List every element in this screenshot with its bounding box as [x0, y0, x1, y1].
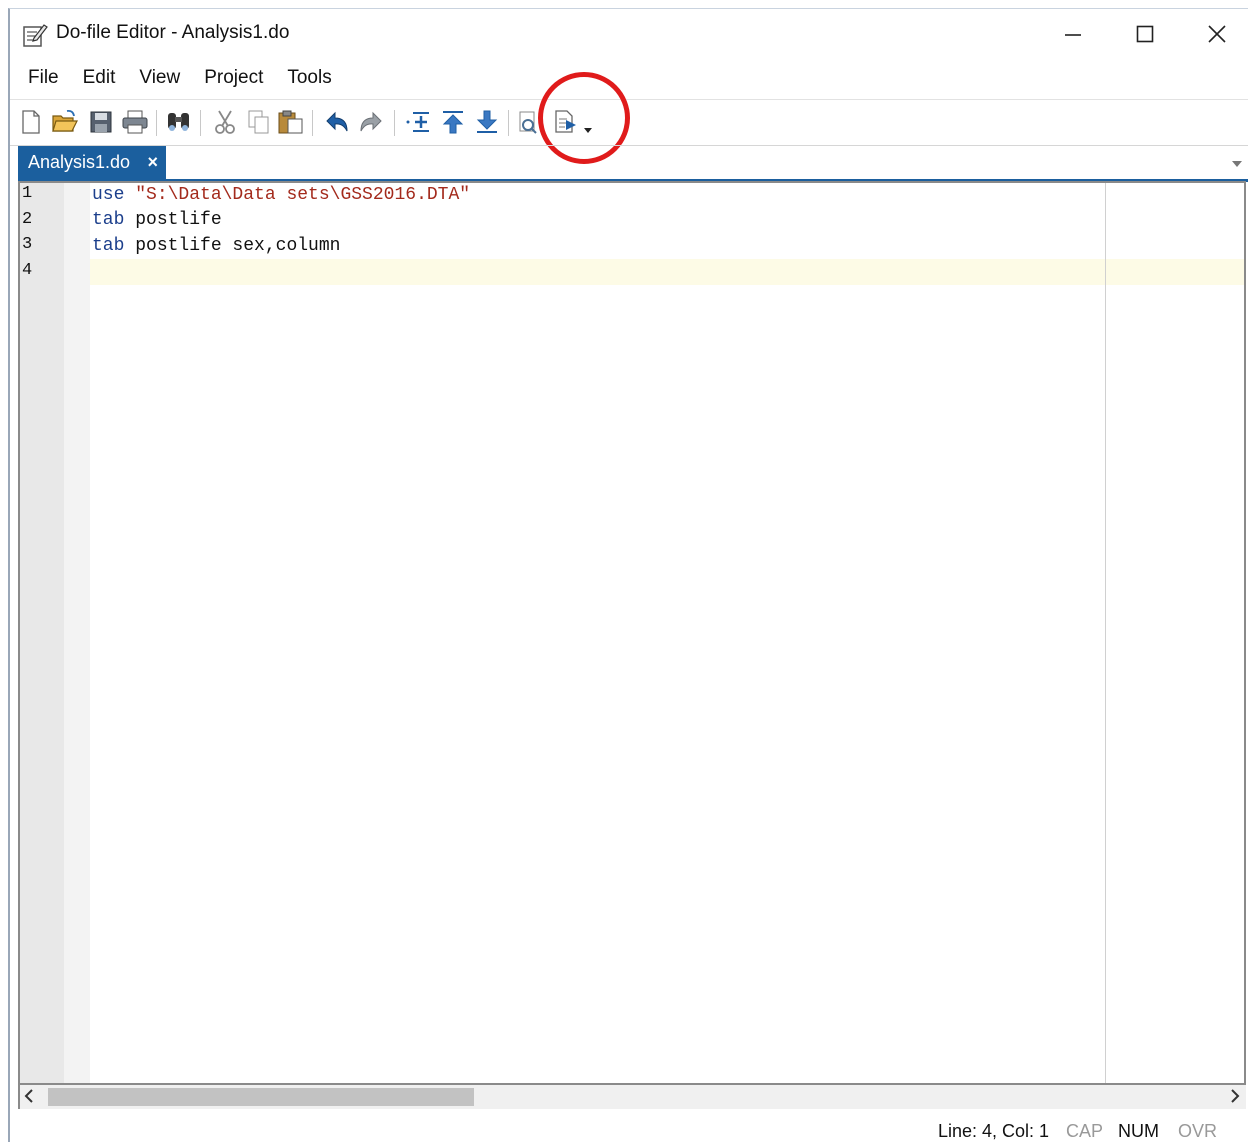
code-line-2: tab postlife: [92, 208, 222, 233]
toolbar-separator: [200, 110, 201, 136]
copy-button[interactable]: [244, 106, 274, 138]
code-text: postlife sex,column: [135, 236, 341, 256]
open-button[interactable]: [50, 106, 80, 138]
print-button[interactable]: [120, 106, 150, 138]
toolbar-separator: [312, 110, 313, 136]
show-file-in-viewer-icon: [519, 111, 537, 134]
tab-list-dropdown[interactable]: [1232, 156, 1242, 170]
toggle-bookmark-icon: [406, 112, 429, 132]
tab-analysis1-do[interactable]: Analysis1.do ×: [18, 146, 166, 179]
string-literal: "S:\Data\Data sets\GSS2016.DTA": [135, 185, 471, 205]
toggle-bookmark-button[interactable]: [404, 106, 434, 138]
undo-button[interactable]: [322, 106, 352, 138]
toolbar-separator: [156, 110, 157, 136]
paste-icon: [278, 110, 303, 134]
redo-icon: [360, 111, 382, 132]
menu-edit[interactable]: Edit: [73, 63, 126, 93]
open-icon: [52, 109, 78, 132]
menu-view[interactable]: View: [129, 63, 190, 93]
next-bookmark-button[interactable]: [472, 106, 502, 138]
current-line-highlight: [90, 259, 1244, 285]
menu-project[interactable]: Project: [194, 63, 273, 93]
toolbar-separator: [508, 110, 509, 136]
keyword: tab: [92, 210, 125, 230]
next-bookmark-icon: [476, 110, 498, 133]
tab-label: Analysis1.do: [28, 152, 131, 172]
scrollbar-thumb[interactable]: [48, 1088, 474, 1106]
close-icon: [1208, 25, 1226, 43]
execute-button[interactable]: [550, 106, 602, 138]
cursor-position: Line: 4, Col: 1: [938, 1121, 1050, 1141]
tab-strip: Analysis1.do ×: [10, 145, 1248, 182]
line-number: 4: [22, 261, 33, 280]
code-editor[interactable]: 1 2 3 4 use "S:\Data\Data sets\GSS2016.D…: [18, 181, 1246, 1085]
code-text: postlife: [135, 210, 222, 230]
toolbar-separator: [394, 110, 395, 136]
code-line-3: tab postlife sex,column: [92, 234, 340, 259]
right-edge-guide: [1105, 183, 1106, 1083]
menu-tools[interactable]: Tools: [277, 63, 341, 93]
menu-file[interactable]: File: [18, 63, 69, 93]
undo-icon: [326, 111, 348, 132]
cut-icon: [215, 110, 235, 134]
window-title: Do-file Editor - Analysis1.do: [56, 22, 290, 43]
toolbar: [10, 72, 1248, 164]
do-file-editor-icon: [22, 22, 48, 48]
new-button[interactable]: [16, 106, 46, 138]
previous-bookmark-button[interactable]: [438, 106, 468, 138]
maximize-icon: [1136, 25, 1154, 43]
num-lock-indicator: NUM: [1118, 1121, 1159, 1141]
new-icon: [22, 110, 40, 134]
horizontal-scrollbar[interactable]: [18, 1085, 1246, 1109]
line-number-gutter: [20, 183, 64, 1083]
copy-icon: [248, 110, 269, 134]
minimize-icon: [1065, 34, 1081, 36]
title-bar: Do-file Editor - Analysis1.do: [10, 9, 1248, 57]
maximize-button[interactable]: [1122, 17, 1168, 51]
keyword: tab: [92, 236, 125, 256]
do-file-editor-window: Do-file Editor - Analysis1.do File Edit …: [8, 8, 1248, 1142]
execute-icon: [555, 110, 592, 133]
cut-button[interactable]: [210, 106, 240, 138]
tab-close-icon[interactable]: ×: [147, 152, 158, 173]
find-icon: [168, 113, 189, 131]
paste-button[interactable]: [276, 106, 306, 138]
scroll-left-icon[interactable]: [24, 1087, 34, 1108]
save-icon: [90, 111, 112, 133]
print-icon: [122, 110, 148, 134]
scroll-right-icon[interactable]: [1230, 1087, 1240, 1108]
show-file-in-viewer-button[interactable]: [514, 106, 544, 138]
menu-bar: File Edit View Project Tools: [10, 61, 346, 95]
line-number: 3: [22, 235, 33, 254]
line-number: 2: [22, 210, 33, 229]
line-number: 1: [22, 184, 33, 203]
caps-lock-indicator: CAP: [1066, 1121, 1104, 1141]
save-button[interactable]: [86, 106, 116, 138]
close-button[interactable]: [1194, 17, 1240, 51]
find-button[interactable]: [164, 106, 194, 138]
status-bar: Line: 4, Col: 1 CAP NUM OVR: [10, 1117, 1248, 1142]
redo-button[interactable]: [356, 106, 386, 138]
code-line-1: use "S:\Data\Data sets\GSS2016.DTA": [92, 183, 470, 208]
overwrite-indicator: OVR: [1178, 1121, 1218, 1141]
minimize-button[interactable]: [1050, 17, 1096, 51]
chevron-down-icon: [1232, 161, 1242, 167]
previous-bookmark-icon: [442, 111, 464, 134]
fold-margin: [64, 183, 90, 1083]
keyword: use: [92, 185, 125, 205]
